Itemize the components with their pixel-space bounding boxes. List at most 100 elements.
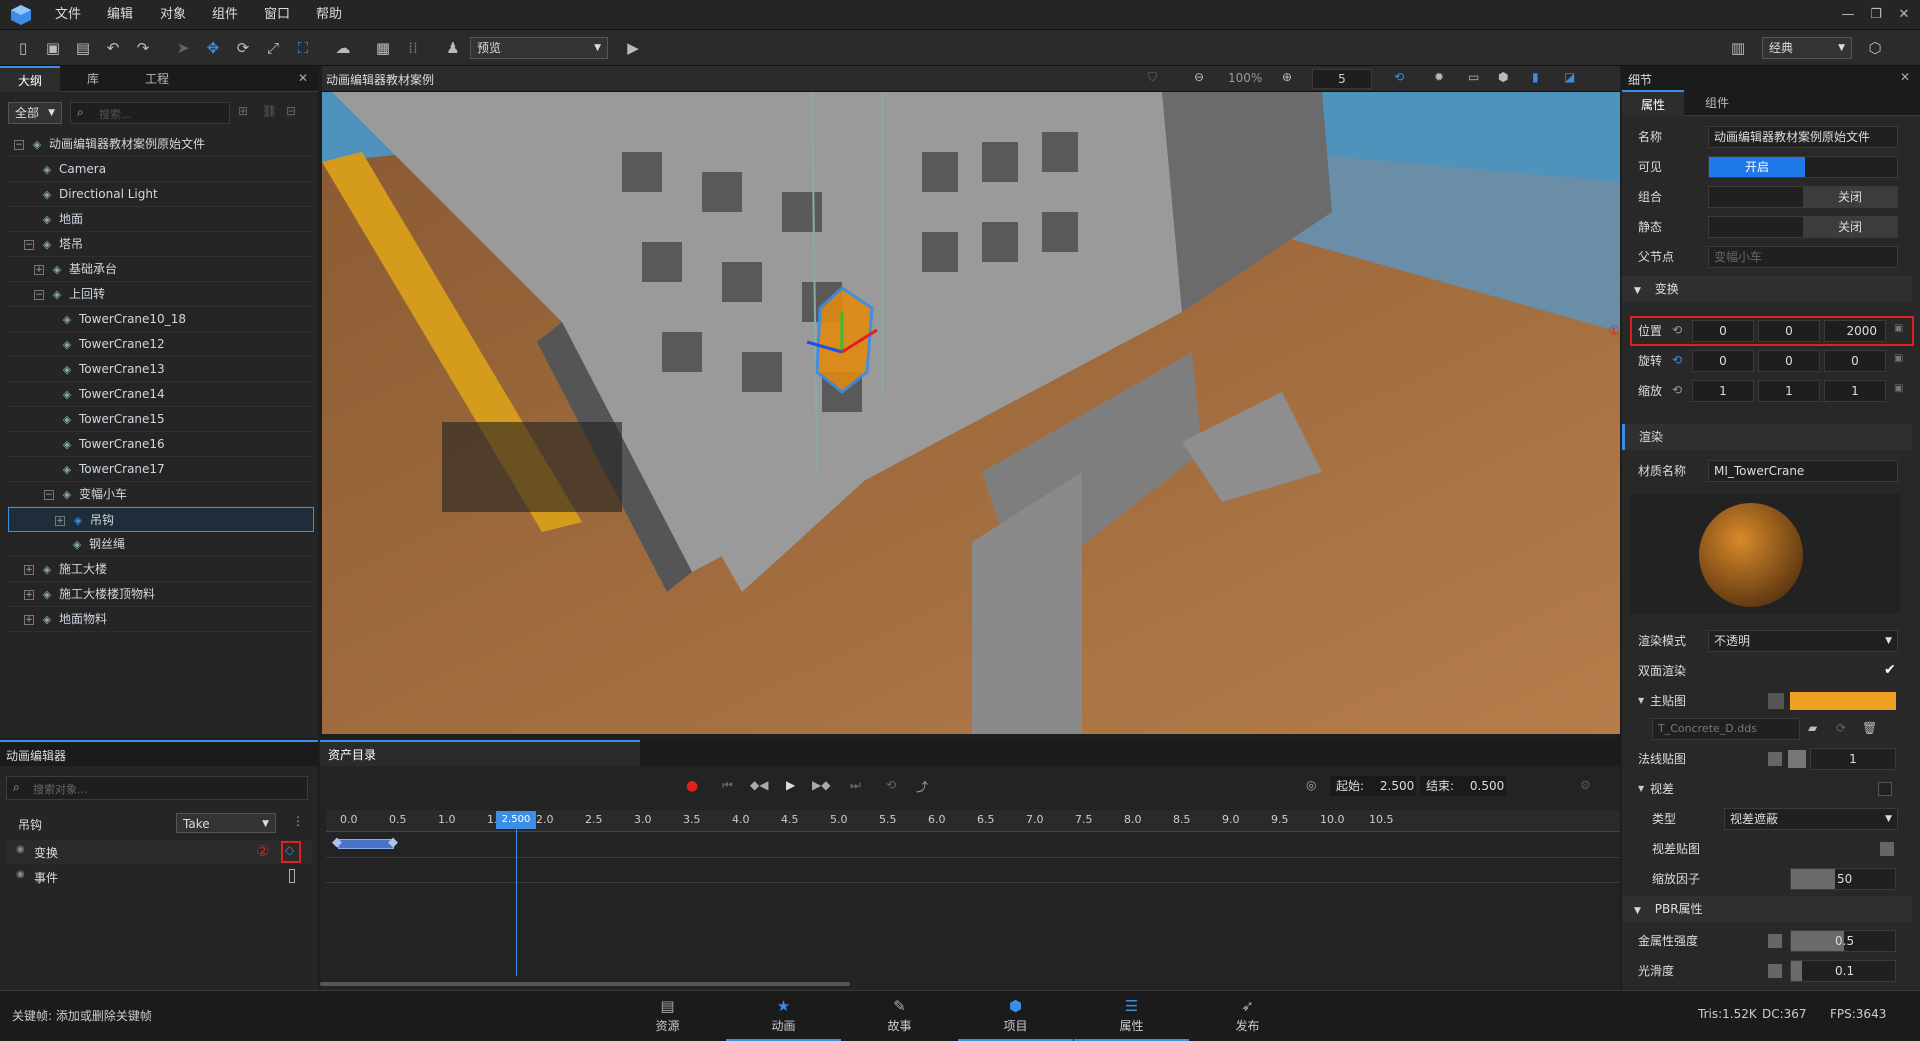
rot-x[interactable]: 0 bbox=[1692, 350, 1754, 372]
tab-components[interactable]: 组件 bbox=[1686, 90, 1748, 116]
loop-icon[interactable]: ⟲ bbox=[886, 778, 896, 792]
close-details-icon[interactable]: ✕ bbox=[1900, 70, 1910, 84]
tab-project[interactable]: 工程 bbox=[126, 66, 188, 92]
stats-icon[interactable]: ◪ bbox=[1564, 70, 1575, 84]
track-event[interactable]: ◉ 事件 bbox=[6, 866, 312, 888]
mode-select[interactable]: 预览 ▼ bbox=[470, 37, 608, 59]
end-time-field[interactable]: 结束: 0.500 bbox=[1420, 776, 1506, 796]
outline-filter-select[interactable]: 全部 ▼ bbox=[8, 102, 62, 124]
player-icon[interactable]: ♟ bbox=[440, 35, 466, 61]
last-frame-icon[interactable]: ⏭ bbox=[850, 778, 861, 793]
tree-item[interactable]: + ◈ 施工大楼楼顶物料 bbox=[8, 582, 314, 607]
menu-component[interactable]: 组件 bbox=[212, 0, 238, 30]
smoothness-slider[interactable]: 0.1 bbox=[1790, 960, 1896, 982]
tree-item[interactable]: + ◈ 地面物料 bbox=[8, 607, 314, 632]
bottom-tab-assets[interactable]: ▤ 资源 bbox=[610, 991, 725, 1041]
transform-keyframe-lane[interactable]: ◆ ◆ bbox=[326, 833, 1620, 858]
timeline-scrollbar[interactable] bbox=[320, 982, 850, 986]
prev-key-icon[interactable]: ◆◀ bbox=[750, 778, 768, 792]
close-icon[interactable]: ✕ bbox=[1890, 0, 1918, 30]
tab-asset-dir[interactable]: 资产目录 bbox=[320, 740, 640, 766]
ortho-icon[interactable]: ▮ bbox=[1532, 70, 1539, 84]
tab-outline[interactable]: 大纲 bbox=[0, 66, 60, 92]
parallax-type-select[interactable]: 视差遮蔽 ▼ bbox=[1724, 808, 1898, 830]
tree-item[interactable]: ◈ TowerCrane12 bbox=[8, 332, 314, 357]
tree-item[interactable]: ◈ Camera bbox=[8, 157, 314, 182]
expand-toggle-icon[interactable]: − bbox=[24, 239, 34, 250]
add-keyframe-icon[interactable]: ◇ bbox=[285, 843, 294, 857]
tree-item[interactable]: − ◈ 动画编辑器教材案例原始文件 bbox=[8, 132, 314, 157]
menu-help[interactable]: 帮助 bbox=[316, 0, 342, 30]
render-mode-select[interactable]: 不透明 ▼ bbox=[1708, 630, 1898, 652]
rotate-icon[interactable]: ⟳ bbox=[230, 35, 256, 61]
bottom-tab-properties[interactable]: ☰ 属性 bbox=[1074, 991, 1189, 1041]
layout-icon[interactable]: ▥ bbox=[1725, 35, 1751, 61]
playhead-label[interactable]: 2.500 bbox=[496, 811, 536, 829]
save-all-icon[interactable]: ▤ bbox=[70, 35, 96, 61]
zoom-out-icon[interactable]: ⊖ bbox=[1194, 70, 1204, 84]
minimize-icon[interactable]: — bbox=[1834, 0, 1862, 30]
pos-y[interactable]: 0 bbox=[1758, 320, 1820, 342]
keyframe-icon[interactable]: ◆ bbox=[388, 835, 398, 850]
play-anim-icon[interactable]: ▶ bbox=[786, 778, 795, 792]
transform-section[interactable]: ▼ 变换 bbox=[1622, 276, 1912, 302]
bottom-tab-animation[interactable]: ★ 动画 bbox=[726, 991, 841, 1041]
take-select[interactable]: Take ▼ bbox=[176, 813, 276, 833]
tree-item[interactable]: + ◈ 基础承台 bbox=[8, 257, 314, 282]
select-icon[interactable]: ➤ bbox=[170, 35, 196, 61]
local-space-icon[interactable]: ⛶ bbox=[290, 35, 316, 61]
reset-icon[interactable]: ⟲ bbox=[1672, 323, 1682, 337]
tree-item[interactable]: ◈ TowerCrane17 bbox=[8, 457, 314, 482]
trash-icon[interactable]: 🗑 bbox=[1862, 721, 1877, 735]
curve-icon[interactable]: ⤴ bbox=[916, 778, 928, 795]
redo-icon[interactable]: ↷ bbox=[130, 35, 156, 61]
sun-icon[interactable]: ✹ bbox=[1434, 70, 1444, 84]
scale-icon[interactable]: ⤢ bbox=[260, 35, 286, 61]
close-panel-icon[interactable]: ✕ bbox=[298, 71, 308, 85]
tree-item[interactable]: ◈ TowerCrane16 bbox=[8, 432, 314, 457]
lock-icon[interactable]: ▣ bbox=[1894, 353, 1903, 364]
event-marker-icon[interactable] bbox=[289, 869, 295, 883]
scale-z[interactable]: 1 bbox=[1824, 380, 1886, 402]
reset-icon[interactable]: ⟲ bbox=[1672, 353, 1682, 367]
expand-toggle-icon[interactable]: + bbox=[24, 589, 34, 600]
group-toggle[interactable]: 关闭 bbox=[1708, 186, 1898, 208]
next-key-icon[interactable]: ▶◆ bbox=[812, 778, 830, 792]
expand-toggle-icon[interactable]: − bbox=[44, 489, 54, 500]
move-icon[interactable]: ✥ bbox=[200, 35, 226, 61]
realtime-icon[interactable]: ⟲ bbox=[1394, 70, 1404, 84]
folder-icon[interactable]: ▰ bbox=[1808, 721, 1817, 735]
tree-item[interactable]: ◈ TowerCrane14 bbox=[8, 382, 314, 407]
tree-item[interactable]: + ◈ 吊钩 bbox=[8, 507, 314, 532]
menu-file[interactable]: 文件 bbox=[55, 0, 81, 30]
parallax-checkbox[interactable] bbox=[1878, 782, 1892, 796]
bottom-tab-story[interactable]: ✎ 故事 bbox=[842, 991, 957, 1041]
anim-search[interactable]: ⌕ 搜索对象... bbox=[6, 776, 308, 800]
first-frame-icon[interactable]: ⏮ bbox=[722, 778, 733, 793]
bottom-tab-project[interactable]: ⬢ 项目 bbox=[958, 991, 1073, 1041]
cube-icon[interactable]: ⬢ bbox=[1498, 70, 1508, 84]
eye-icon[interactable]: ◉ bbox=[16, 844, 25, 855]
pbr-section[interactable]: ▼ PBR属性 bbox=[1622, 896, 1912, 922]
reset-icon[interactable]: ⟲ bbox=[1672, 383, 1682, 397]
more-icon[interactable]: ⋮ bbox=[292, 814, 304, 828]
static-toggle[interactable]: 关闭 bbox=[1708, 216, 1898, 238]
scene-viewport[interactable] bbox=[322, 92, 1620, 734]
restore-icon[interactable]: ❐ bbox=[1862, 0, 1890, 30]
tree-item[interactable]: − ◈ 塔吊 bbox=[8, 232, 314, 257]
play-icon[interactable]: ▶ bbox=[620, 35, 646, 61]
snap-time-icon[interactable]: ◎ bbox=[1306, 778, 1316, 792]
track-transform[interactable]: ◉ 变换 ② ◇ bbox=[6, 840, 312, 864]
lock-view-icon[interactable]: ⛉ bbox=[1148, 70, 1157, 85]
tree-item[interactable]: ◈ TowerCrane13 bbox=[8, 357, 314, 382]
global-icon[interactable]: ☁ bbox=[330, 35, 356, 61]
tab-properties[interactable]: 属性 bbox=[1622, 90, 1684, 116]
undo-icon[interactable]: ↶ bbox=[100, 35, 126, 61]
new-file-icon[interactable]: ▯ bbox=[10, 35, 36, 61]
tree-item[interactable]: ◈ TowerCrane15 bbox=[8, 407, 314, 432]
scale-x[interactable]: 1 bbox=[1692, 380, 1754, 402]
menu-object[interactable]: 对象 bbox=[160, 0, 186, 30]
start-time-field[interactable]: 起始: 2.500 bbox=[1330, 776, 1416, 796]
checkmark-icon[interactable]: ✔ bbox=[1884, 662, 1896, 678]
zoom-in-icon[interactable]: ⊕ bbox=[1282, 70, 1292, 84]
